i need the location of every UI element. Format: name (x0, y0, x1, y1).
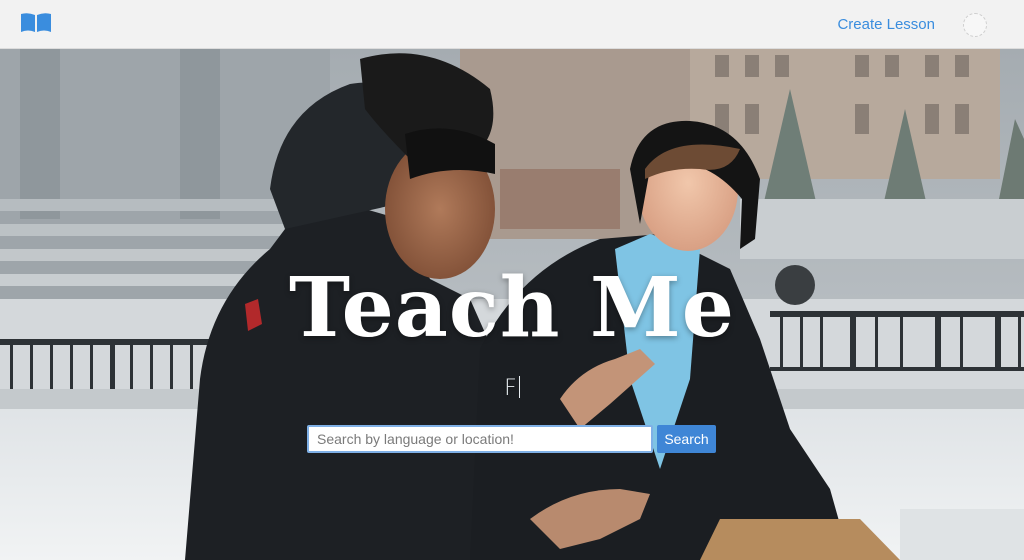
top-navbar: Create Lesson (0, 0, 1024, 49)
text-caret (518, 376, 520, 398)
open-book-icon[interactable] (20, 12, 52, 34)
hero-title: Teach Me (289, 260, 735, 356)
hero-section: Teach Me F Search (0, 49, 1024, 560)
typed-text: F (0, 376, 1024, 401)
typed-text-value: F (504, 376, 517, 401)
avatar[interactable] (963, 13, 987, 37)
create-lesson-link[interactable]: Create Lesson (837, 16, 935, 33)
search-input[interactable] (307, 425, 653, 453)
search-button[interactable]: Search (657, 425, 716, 453)
